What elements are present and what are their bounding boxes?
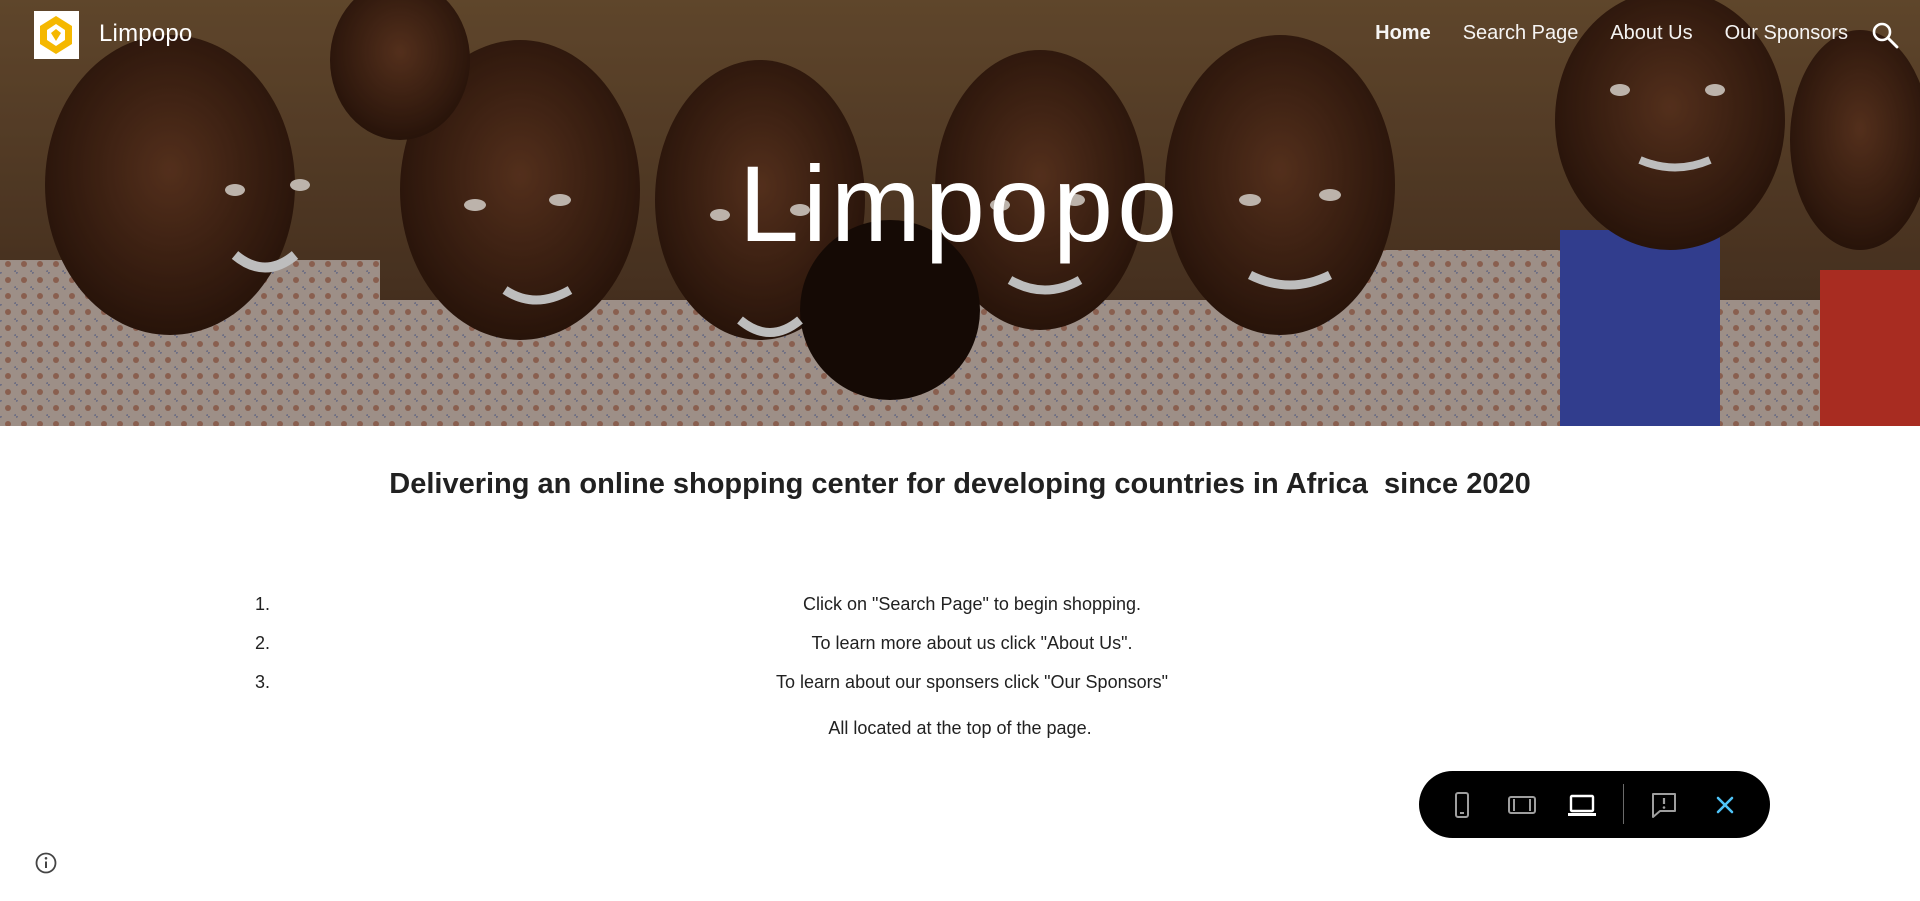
list-item: 2. To learn more about us click "About U… xyxy=(250,633,1694,672)
logo-icon xyxy=(34,11,79,59)
nav-item-home[interactable]: Home xyxy=(1375,22,1431,45)
list-item: 3. To learn about our sponsers click "Ou… xyxy=(250,672,1694,711)
page: Limpopo Home Search Page About Us Our Sp… xyxy=(0,0,1920,901)
site-logo[interactable] xyxy=(34,11,79,59)
search-icon[interactable] xyxy=(1870,20,1900,50)
nav-item-our-sponsors[interactable]: Our Sponsors xyxy=(1725,22,1848,45)
report-abuse-icon[interactable] xyxy=(1647,788,1681,822)
main-nav: Home Search Page About Us Our Sponsors xyxy=(1343,22,1848,45)
nav-item-search-page[interactable]: Search Page xyxy=(1463,22,1579,45)
hero-banner: Limpopo Home Search Page About Us Our Sp… xyxy=(0,0,1920,426)
laptop-preview-icon[interactable] xyxy=(1565,788,1599,822)
tablet-preview-icon[interactable] xyxy=(1505,788,1539,822)
instruction-list: 1. Click on "Search Page" to begin shopp… xyxy=(250,594,1694,711)
toolbar-divider xyxy=(1623,784,1624,824)
location-note: All located at the top of the page. xyxy=(828,718,1092,738)
info-icon[interactable] xyxy=(33,850,59,876)
list-item-text: Click on "Search Page" to begin shopping… xyxy=(803,594,1141,614)
site-title-link[interactable]: Limpopo xyxy=(99,20,192,48)
preview-toolbar xyxy=(1419,771,1770,838)
list-item-text: To learn more about us click "About Us". xyxy=(811,633,1133,653)
top-navigation-bar: Limpopo Home Search Page About Us Our Sp… xyxy=(0,0,1920,74)
nav-item-about-us[interactable]: About Us xyxy=(1610,22,1692,45)
phone-preview-icon[interactable] xyxy=(1445,788,1479,822)
close-icon[interactable] xyxy=(1708,788,1742,822)
hero-title: Limpopo xyxy=(738,143,1182,264)
list-item-text: To learn about our sponsers click "Our S… xyxy=(776,672,1168,692)
page-subtitle: Delivering an online shopping center for… xyxy=(389,468,1531,500)
list-item: 1. Click on "Search Page" to begin shopp… xyxy=(250,594,1694,633)
